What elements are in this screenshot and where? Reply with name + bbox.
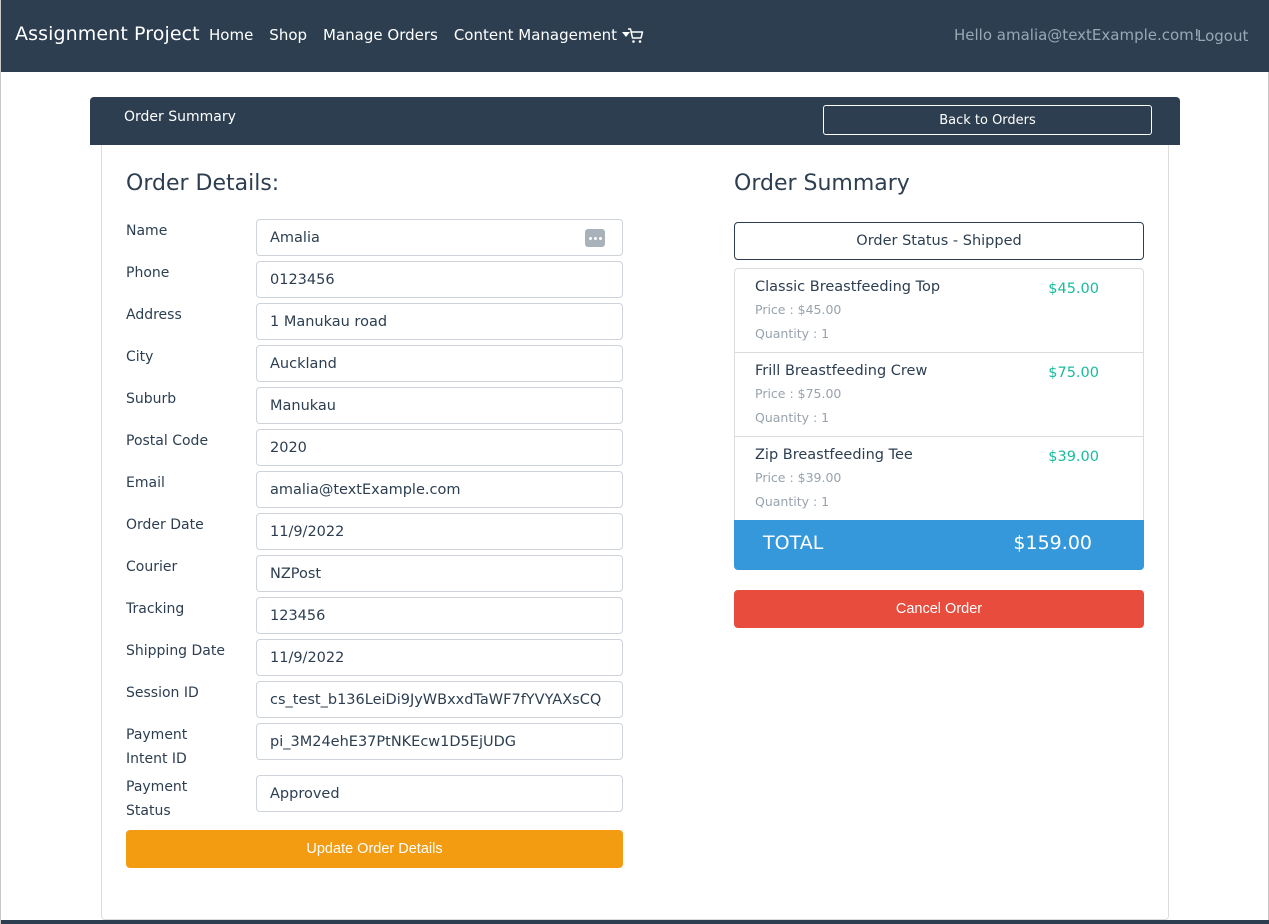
nav-links: Home Shop Manage Orders Content Manageme…	[209, 26, 646, 44]
item-amount: $39.00	[1048, 449, 1099, 465]
name-input[interactable]: Amalia	[256, 219, 623, 256]
label-tracking: Tracking	[126, 601, 185, 617]
item-name: Zip Breastfeeding Tee	[755, 447, 913, 463]
item-quantity: Quantity : 1	[755, 494, 830, 509]
brand-link[interactable]: Assignment Project	[15, 23, 200, 45]
label-phone: Phone	[126, 265, 170, 281]
label-payment-intent-id: Payment Intent ID	[126, 727, 188, 767]
list-item: Classic Breastfeeding Top Price : $45.00…	[735, 269, 1143, 353]
payment-intent-id-input[interactable]: pi_3M24ehE37PtNKEcw1D5EjUDG	[256, 723, 623, 760]
navbar: Assignment Project Home Shop Manage Orde…	[1, 0, 1269, 72]
order-status-badge: Order Status - Shipped	[734, 222, 1144, 260]
label-payment-status: Payment Status	[126, 779, 188, 819]
total-label: TOTAL	[763, 532, 824, 554]
order-details-heading: Order Details:	[126, 171, 280, 196]
label-address: Address	[126, 307, 182, 323]
courier-input[interactable]: NZPost	[256, 555, 623, 592]
label-shipping-date: Shipping Date	[126, 643, 225, 659]
label-name: Name	[126, 223, 168, 239]
page-bottom-edge	[1, 920, 1269, 924]
order-date-input[interactable]: 11/9/2022	[256, 513, 623, 550]
item-name: Frill Breastfeeding Crew	[755, 363, 928, 379]
tracking-input[interactable]: 123456	[256, 597, 623, 634]
address-input[interactable]: 1 Manukau road	[256, 303, 623, 340]
label-postal-code: Postal Code	[126, 433, 209, 449]
payment-status-input[interactable]: Approved	[256, 775, 623, 812]
label-courier: Courier	[126, 559, 178, 575]
list-item: Zip Breastfeeding Tee Price : $39.00 Qua…	[735, 437, 1143, 521]
list-item: Frill Breastfeeding Crew Price : $75.00 …	[735, 353, 1143, 437]
nav-shop[interactable]: Shop	[269, 26, 307, 44]
shipping-date-input[interactable]: 11/9/2022	[256, 639, 623, 676]
name-value: Amalia	[270, 229, 320, 246]
suburb-input[interactable]: Manukau	[256, 387, 623, 424]
logout-link[interactable]: Logout	[1197, 27, 1248, 45]
phone-input[interactable]: 0123456	[256, 261, 623, 298]
item-quantity: Quantity : 1	[755, 410, 830, 425]
item-name: Classic Breastfeeding Top	[755, 279, 941, 295]
nav-manage-orders[interactable]: Manage Orders	[323, 26, 438, 44]
nav-content-management-dropdown[interactable]: Content Management	[453, 26, 631, 44]
item-price: Price : $39.00	[755, 470, 842, 485]
cancel-order-button[interactable]: Cancel Order	[734, 590, 1144, 628]
city-input[interactable]: Auckland	[256, 345, 623, 382]
nav-home[interactable]: Home	[209, 26, 253, 44]
postal-code-input[interactable]: 2020	[256, 429, 623, 466]
label-city: City	[126, 349, 154, 365]
cart-icon[interactable]	[627, 27, 644, 44]
item-amount: $75.00	[1048, 365, 1099, 381]
total-value: $159.00	[1013, 532, 1092, 554]
item-quantity: Quantity : 1	[755, 326, 830, 341]
back-to-orders-button[interactable]: Back to Orders	[823, 105, 1152, 135]
order-summary-heading: Order Summary	[734, 171, 910, 196]
label-session-id: Session ID	[126, 685, 199, 701]
user-greeting[interactable]: Hello amalia@textExample.com!	[954, 26, 1200, 44]
label-email: Email	[126, 475, 165, 491]
nav-content-management-label: Content Management	[453, 26, 618, 44]
update-order-details-button[interactable]: Update Order Details	[126, 830, 623, 868]
item-price: Price : $75.00	[755, 386, 842, 401]
email-input[interactable]: amalia@textExample.com	[256, 471, 623, 508]
label-suburb: Suburb	[126, 391, 177, 407]
item-amount: $45.00	[1048, 281, 1099, 297]
label-order-date: Order Date	[126, 517, 204, 533]
session-id-input[interactable]: cs_test_b136LeiDi9JyWBxxdTaWF7fYVYAXsCQ	[256, 681, 623, 718]
item-price: Price : $45.00	[755, 302, 842, 317]
order-items-list: Classic Breastfeeding Top Price : $45.00…	[734, 268, 1144, 522]
order-total-bar: TOTAL $159.00	[734, 520, 1144, 570]
card-header: Order Summary Back to Orders	[90, 97, 1180, 145]
card-title: Order Summary	[124, 109, 236, 125]
more-options-icon[interactable]	[585, 229, 605, 247]
